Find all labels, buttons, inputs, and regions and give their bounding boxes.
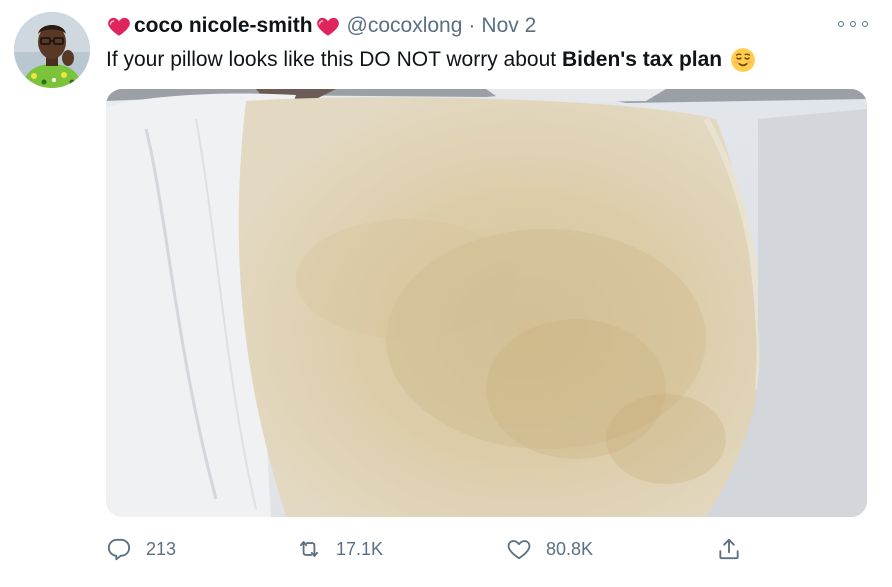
like-button[interactable]: 80.8K	[506, 534, 593, 564]
avatar-image	[14, 12, 90, 88]
tweet-text: If your pillow looks like this DO NOT wo…	[106, 46, 756, 74]
user-handle[interactable]: @cocoxlong	[347, 14, 463, 38]
like-heart-icon	[507, 540, 531, 560]
reply-icon	[107, 538, 131, 561]
heart-icon	[316, 17, 339, 36]
like-count: 80.8K	[546, 538, 594, 559]
tweet-card[interactable]: coco nicole-smith @cocoxlong · Nov 2 If …	[0, 0, 892, 587]
more-dot	[838, 21, 844, 27]
more-dot	[850, 21, 856, 27]
tweet-header: coco nicole-smith @cocoxlong · Nov 2	[106, 12, 536, 40]
more-options-icon[interactable]	[838, 14, 868, 34]
retweet-button[interactable]: 17.1K	[296, 534, 383, 564]
share-button[interactable]	[716, 534, 742, 564]
share-icon	[719, 538, 739, 560]
avatar[interactable]	[14, 12, 90, 88]
reply-count: 213	[146, 538, 177, 559]
heart-icon	[108, 17, 130, 36]
display-name[interactable]: coco nicole-smith	[134, 14, 313, 38]
pillow-photo	[106, 89, 867, 517]
tweet-text-bold: Biden's tax plan	[561, 48, 723, 71]
tweet-media-photo[interactable]	[106, 89, 867, 517]
tweet-date[interactable]: Nov 2	[481, 14, 536, 38]
separator-dot: ·	[468, 14, 476, 37]
retweet-count: 17.1K	[336, 538, 384, 559]
relieved-face-emoji-icon	[731, 48, 756, 72]
more-dot	[862, 21, 868, 27]
tweet-actions: 213 17.1K 80.8K	[106, 534, 866, 564]
tweet-text-main: If your pillow looks like this DO NOT wo…	[106, 48, 562, 71]
reply-button[interactable]: 213	[106, 534, 176, 564]
retweet-icon	[299, 541, 319, 557]
